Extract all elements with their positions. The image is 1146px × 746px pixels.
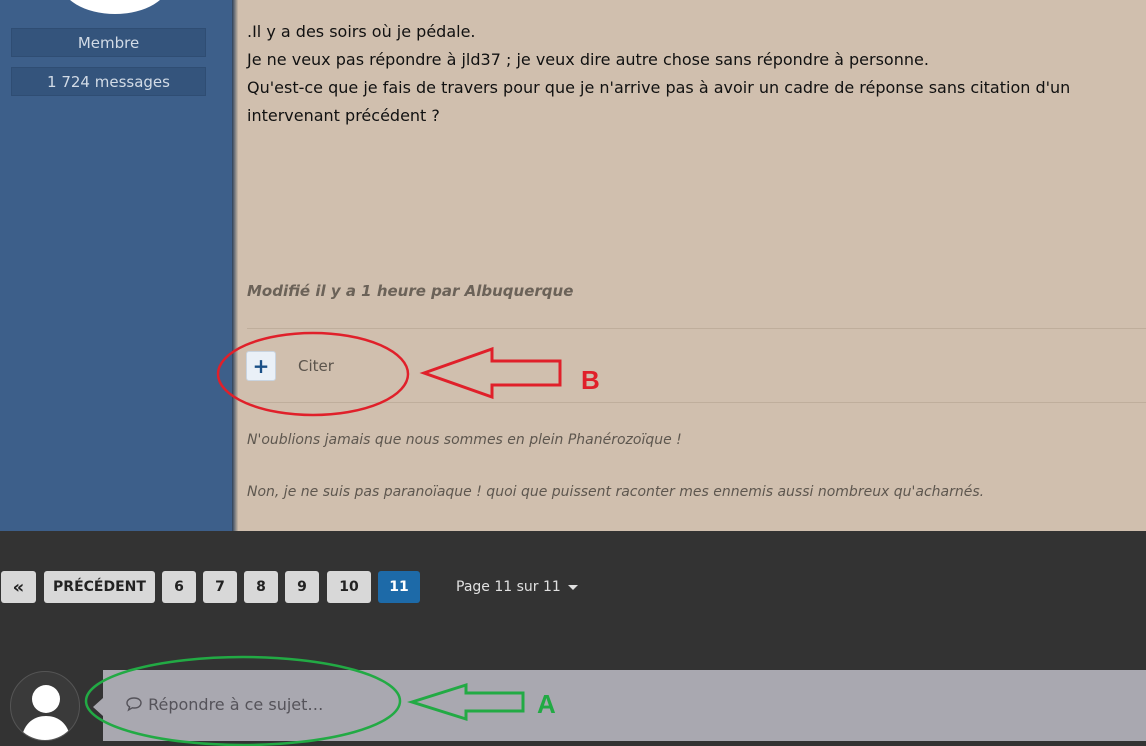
annotation-a-ellipse [84, 655, 402, 746]
annotation-a-arrow-icon [407, 682, 525, 722]
annotation-b-ellipse [216, 331, 410, 417]
annotation-b-arrow-icon [419, 346, 562, 400]
annotation-overlay [84, 331, 562, 746]
annotation-a-label: A [537, 689, 556, 719]
annotation-b-label: B [581, 365, 600, 395]
